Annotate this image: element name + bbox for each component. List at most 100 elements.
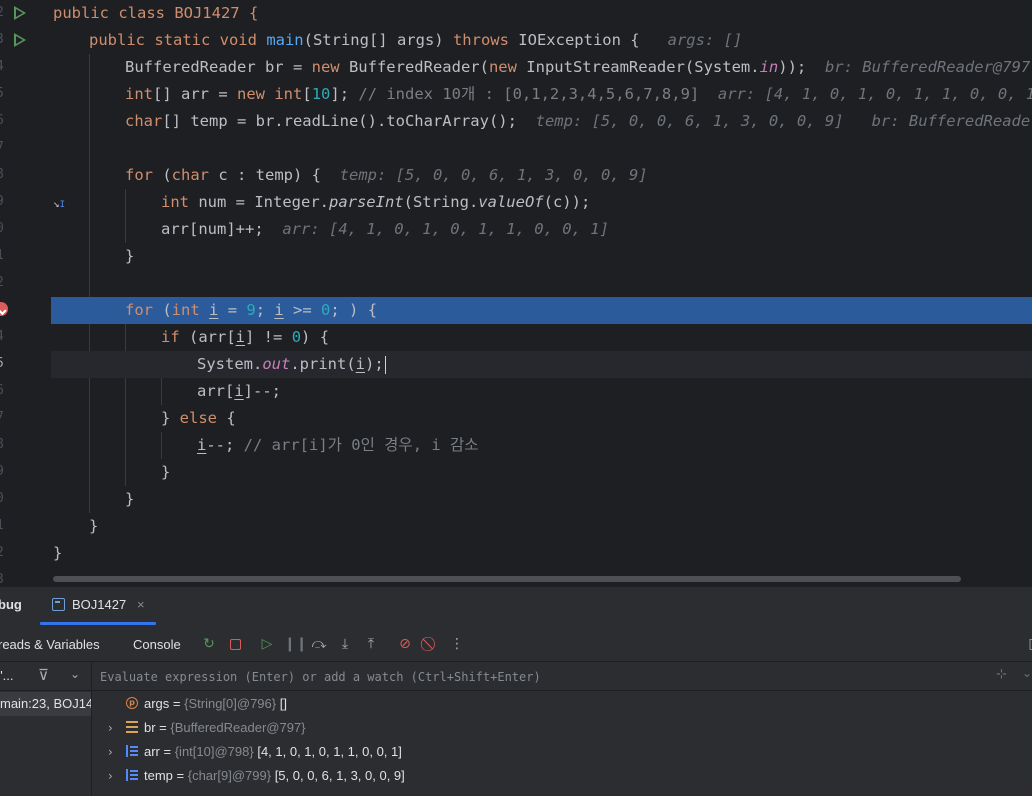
code-comment: // index 10개 : [0,1,2,3,4,5,6,7,8,9] xyxy=(358,85,700,103)
gutter-line[interactable]: 1 xyxy=(0,243,50,270)
number-literal: 10 xyxy=(311,85,331,103)
gutter-line[interactable]: 2 xyxy=(0,540,50,567)
gutter-line[interactable]: 3 xyxy=(0,567,50,586)
gutter-line[interactable]: 1 xyxy=(0,513,50,540)
gutter-line[interactable]: 6 xyxy=(0,378,50,405)
step-over-icon[interactable]: ⤼ xyxy=(310,635,328,653)
code-line[interactable]: int[] arr = new int[10]; // index 10개 : … xyxy=(51,81,1032,108)
resume-icon[interactable]: ▷ xyxy=(258,635,276,653)
tab-console[interactable]: Console xyxy=(133,637,181,652)
variable-row[interactable]: p args = {String[0]@796} [] xyxy=(92,692,1032,716)
gutter-line[interactable]: 2 xyxy=(0,0,50,27)
code-text: } xyxy=(125,490,135,508)
horizontal-scrollbar[interactable] xyxy=(53,576,961,582)
pause-icon[interactable]: ❙❙ xyxy=(284,635,307,653)
code-text: .print( xyxy=(290,355,356,373)
code-line[interactable]: arr[num]++; arr: [4, 1, 0, 1, 0, 1, 1, 0… xyxy=(51,216,1032,243)
expand-chevron-icon[interactable]: › xyxy=(108,764,113,788)
code-line[interactable]: } xyxy=(51,513,1032,540)
execution-point-line[interactable]: for (int i = 9; i >= 0; ) { xyxy=(51,297,1032,324)
code-text: arr[ xyxy=(197,382,235,400)
step-into-icon[interactable]: ⤓ xyxy=(336,635,354,653)
variable-row[interactable]: › arr = {int[10]@798} [4, 1, 0, 1, 0, 1,… xyxy=(92,740,1032,764)
code-editor[interactable]: 2 3 4 5 6 7 8 9 0 1 2 3 4 5 6 7 8 9 0 1 … xyxy=(0,0,1032,586)
static-method: parseInt xyxy=(328,193,404,211)
code-line[interactable]: int num = Integer.parseInt(String.valueO… xyxy=(51,189,1032,216)
mute-breakpoints-icon[interactable]: ⃠ xyxy=(422,635,440,653)
code-line[interactable]: if (arr[i] != 0) { xyxy=(51,324,1032,351)
gutter-line[interactable]: 8 xyxy=(0,432,50,459)
gutter-line[interactable]: 0 xyxy=(0,216,50,243)
code-line[interactable]: public static void main(String[] args) t… xyxy=(51,27,1032,54)
variable-type: {char[9]@799} xyxy=(187,768,272,783)
expand-chevron-icon[interactable]: › xyxy=(108,716,113,740)
thread-selector[interactable]: "... xyxy=(0,668,13,683)
run-class-icon[interactable] xyxy=(14,6,26,20)
code-line[interactable]: } xyxy=(51,540,1032,567)
variable-name: temp xyxy=(144,768,173,783)
gutter-line[interactable]: 9 xyxy=(0,459,50,486)
editor-gutter[interactable]: 2 3 4 5 6 7 8 9 0 1 2 3 4 5 6 7 8 9 0 1 … xyxy=(0,0,50,586)
code-line[interactable]: BufferedReader br = new BufferedReader(n… xyxy=(51,54,1032,81)
code-line[interactable]: i--; // arr[i]가 0인 경우, i 감소 xyxy=(51,432,1032,459)
run-main-icon[interactable] xyxy=(14,33,26,47)
static-method: valueOf xyxy=(478,193,544,211)
code-line[interactable]: } xyxy=(51,243,1032,270)
add-watch-icon[interactable]: ⊹ xyxy=(996,667,1007,682)
gutter-line[interactable]: 3 xyxy=(0,297,50,324)
code-line[interactable]: } else { xyxy=(51,405,1032,432)
expand-chevron-icon[interactable]: › xyxy=(108,740,113,764)
filter-icon[interactable]: ⊽ xyxy=(38,666,49,684)
gutter-line[interactable]: 2 xyxy=(0,270,50,297)
code-text: = xyxy=(218,301,247,319)
gutter-line[interactable]: 8 xyxy=(0,162,50,189)
selected-stack-frame[interactable]: main:23, BOJ14 xyxy=(0,692,91,716)
code-line[interactable]: public class BOJ1427 { xyxy=(51,0,1032,27)
code-line[interactable]: arr[i]--; xyxy=(51,378,1032,405)
code-text: InputStreamReader(System. xyxy=(516,58,760,76)
thread-filter[interactable]: "... ⊽ ⌄ xyxy=(0,662,91,691)
chevron-down-icon[interactable]: ⌄ xyxy=(1022,666,1032,680)
variable-value: [5, 0, 0, 6, 1, 3, 0, 0, 9] xyxy=(274,768,405,783)
code-text: c : temp) { xyxy=(209,166,321,184)
code-text: ; xyxy=(255,301,275,319)
evaluate-expression-input[interactable] xyxy=(98,666,982,688)
view-breakpoints-icon[interactable]: ⊘ xyxy=(396,635,414,653)
gutter-line[interactable]: 4 xyxy=(0,324,50,351)
gutter-line[interactable]: 0 xyxy=(0,486,50,513)
caret-line[interactable]: System.out.print(i); xyxy=(51,351,1032,378)
chevron-down-icon[interactable]: ⌄ xyxy=(70,667,80,681)
gutter-line[interactable]: 9 xyxy=(0,189,50,216)
code-text: ); xyxy=(365,355,384,373)
more-icon[interactable]: ⋮ xyxy=(448,635,466,653)
variable-type: {int[10]@798} xyxy=(174,744,254,759)
variable-row[interactable]: › br = {BufferedReader@797} xyxy=(92,716,1032,740)
code-line[interactable]: for (char c : temp) { temp: [5, 0, 0, 6,… xyxy=(51,162,1032,189)
code-text: ) { xyxy=(301,328,330,346)
step-out-icon[interactable]: ⤒ xyxy=(362,635,380,653)
code-text: arr[num]++; xyxy=(161,220,264,238)
breakpoint-icon[interactable] xyxy=(0,302,8,316)
gutter-line[interactable]: 7 xyxy=(0,405,50,432)
array-icon xyxy=(126,769,138,781)
gutter-line[interactable]: 4 xyxy=(0,54,50,81)
gutter-line[interactable]: 5 xyxy=(0,351,50,378)
line-number: 9 xyxy=(0,194,4,209)
gutter-line[interactable]: 7 xyxy=(0,135,50,162)
code-text: >= xyxy=(283,301,322,319)
gutter-line[interactable]: 3 xyxy=(0,27,50,54)
tab-threads-variables[interactable]: reads & Variables xyxy=(0,637,100,652)
stop-icon[interactable] xyxy=(226,635,244,653)
code-line[interactable]: } xyxy=(51,486,1032,513)
code-line[interactable]: char[] temp = br.readLine().toCharArray(… xyxy=(51,108,1032,135)
gutter-line[interactable]: 6 xyxy=(0,108,50,135)
code-text: } xyxy=(89,517,99,535)
variable-row[interactable]: › temp = {char[9]@799} [5, 0, 0, 6, 1, 3… xyxy=(92,764,1032,788)
code-line[interactable]: } xyxy=(51,459,1032,486)
close-icon[interactable]: × xyxy=(137,597,145,612)
gutter-line[interactable]: 5 xyxy=(0,81,50,108)
rerun-icon[interactable]: ↻ xyxy=(200,635,218,653)
line-number: 8 xyxy=(0,167,4,182)
layout-icon[interactable]: □ xyxy=(1026,635,1032,653)
